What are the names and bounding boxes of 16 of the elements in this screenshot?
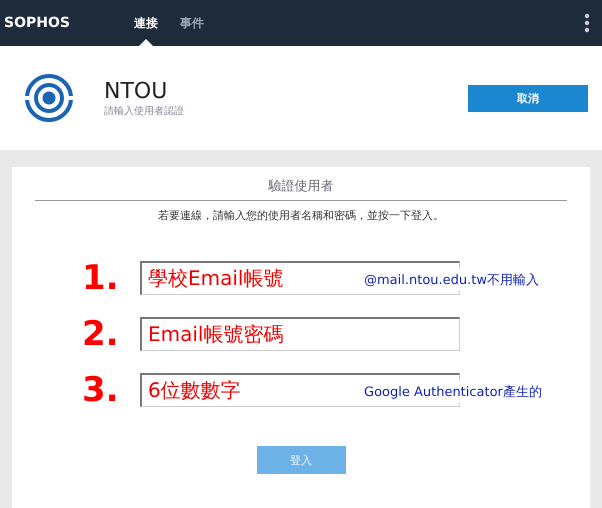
- brand-logo: SOPHOS: [4, 15, 71, 31]
- step-number: 1.: [82, 258, 120, 298]
- nav-tab[interactable]: 事件: [176, 0, 208, 46]
- step-number: 3.: [82, 370, 120, 410]
- connection-subtitle: 請輸入使用者認證: [104, 104, 185, 118]
- connection-title: NTOU: [104, 78, 168, 104]
- nav-tab[interactable]: 連接: [130, 0, 162, 46]
- field-note: @mail.ntou.edu.tw不用輸入: [364, 269, 539, 291]
- input-field[interactable]: Email帳號密碼: [140, 317, 460, 351]
- target-icon: [24, 73, 74, 123]
- more-icon[interactable]: [584, 13, 590, 33]
- cancel-button[interactable]: 取消: [468, 84, 588, 112]
- field-note: Google Authenticator產生的: [364, 381, 542, 403]
- instruction-text: 若要連線，請輸入您的使用者名稱和密碼，並按一下登入。: [158, 208, 444, 223]
- form-heading: 驗證使用者: [35, 177, 567, 201]
- step-number: 2.: [82, 314, 120, 354]
